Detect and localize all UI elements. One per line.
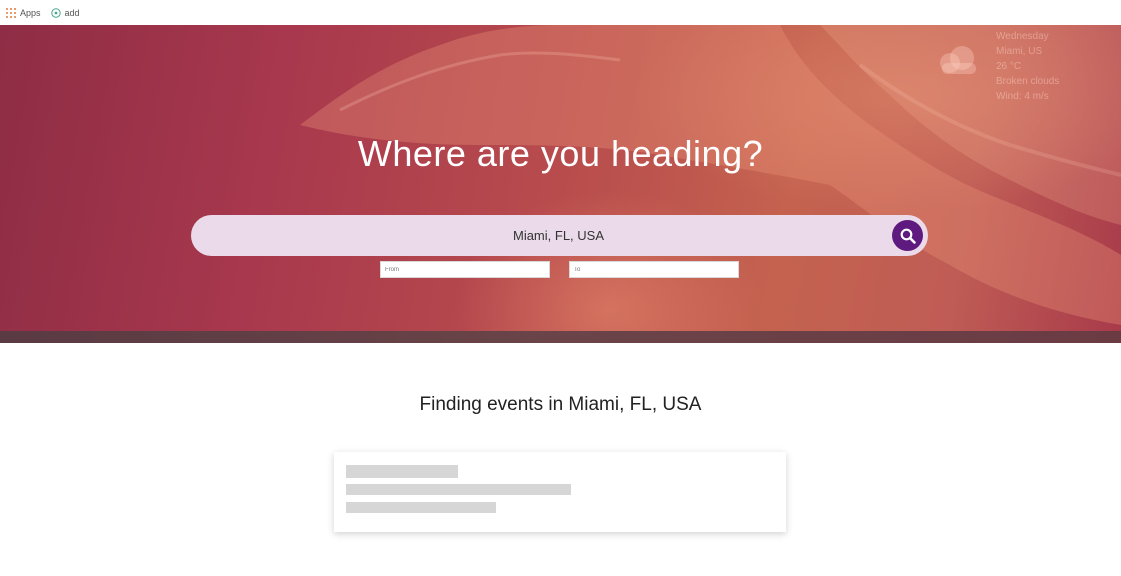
- skeleton-line-title: [346, 465, 458, 478]
- bookmark-apps-label: Apps: [20, 7, 41, 18]
- hero-banner: Wednesday Miami, US 26 °C Broken clouds …: [0, 25, 1121, 343]
- results-heading: Finding events in Miami, FL, USA: [419, 394, 702, 415]
- bookmarks-bar: Apps add: [0, 0, 1121, 25]
- add-circle-icon: [50, 7, 61, 18]
- search-icon: [900, 228, 916, 244]
- bookmark-add-label: add: [64, 7, 80, 18]
- weather-widget: Wednesday Miami, US 26 °C Broken clouds …: [940, 29, 1106, 104]
- search-button[interactable]: [892, 220, 923, 251]
- weather-wind: Wind: 4 m/s: [996, 91, 1049, 102]
- location-search-input[interactable]: [231, 215, 886, 256]
- hero-bottom-band: [0, 331, 1121, 343]
- weather-day: Wednesday: [996, 31, 1049, 42]
- date-to-input[interactable]: [569, 261, 739, 278]
- weather-condition: Broken clouds: [996, 76, 1060, 87]
- weather-temperature: 26 °C: [996, 61, 1022, 72]
- bookmark-apps[interactable]: Apps: [6, 7, 41, 18]
- hero-title: Where are you heading?: [357, 133, 764, 174]
- location-search-bar: [191, 215, 928, 256]
- skeleton-line-long: [346, 484, 571, 495]
- weather-location: Miami, US: [996, 46, 1043, 57]
- cloud-icon: [940, 46, 976, 74]
- skeleton-line-short: [346, 502, 496, 513]
- event-loading-card: [334, 452, 786, 532]
- bookmark-add[interactable]: add: [50, 7, 80, 18]
- date-from-input[interactable]: [380, 261, 550, 278]
- apps-grid-icon: [6, 7, 16, 18]
